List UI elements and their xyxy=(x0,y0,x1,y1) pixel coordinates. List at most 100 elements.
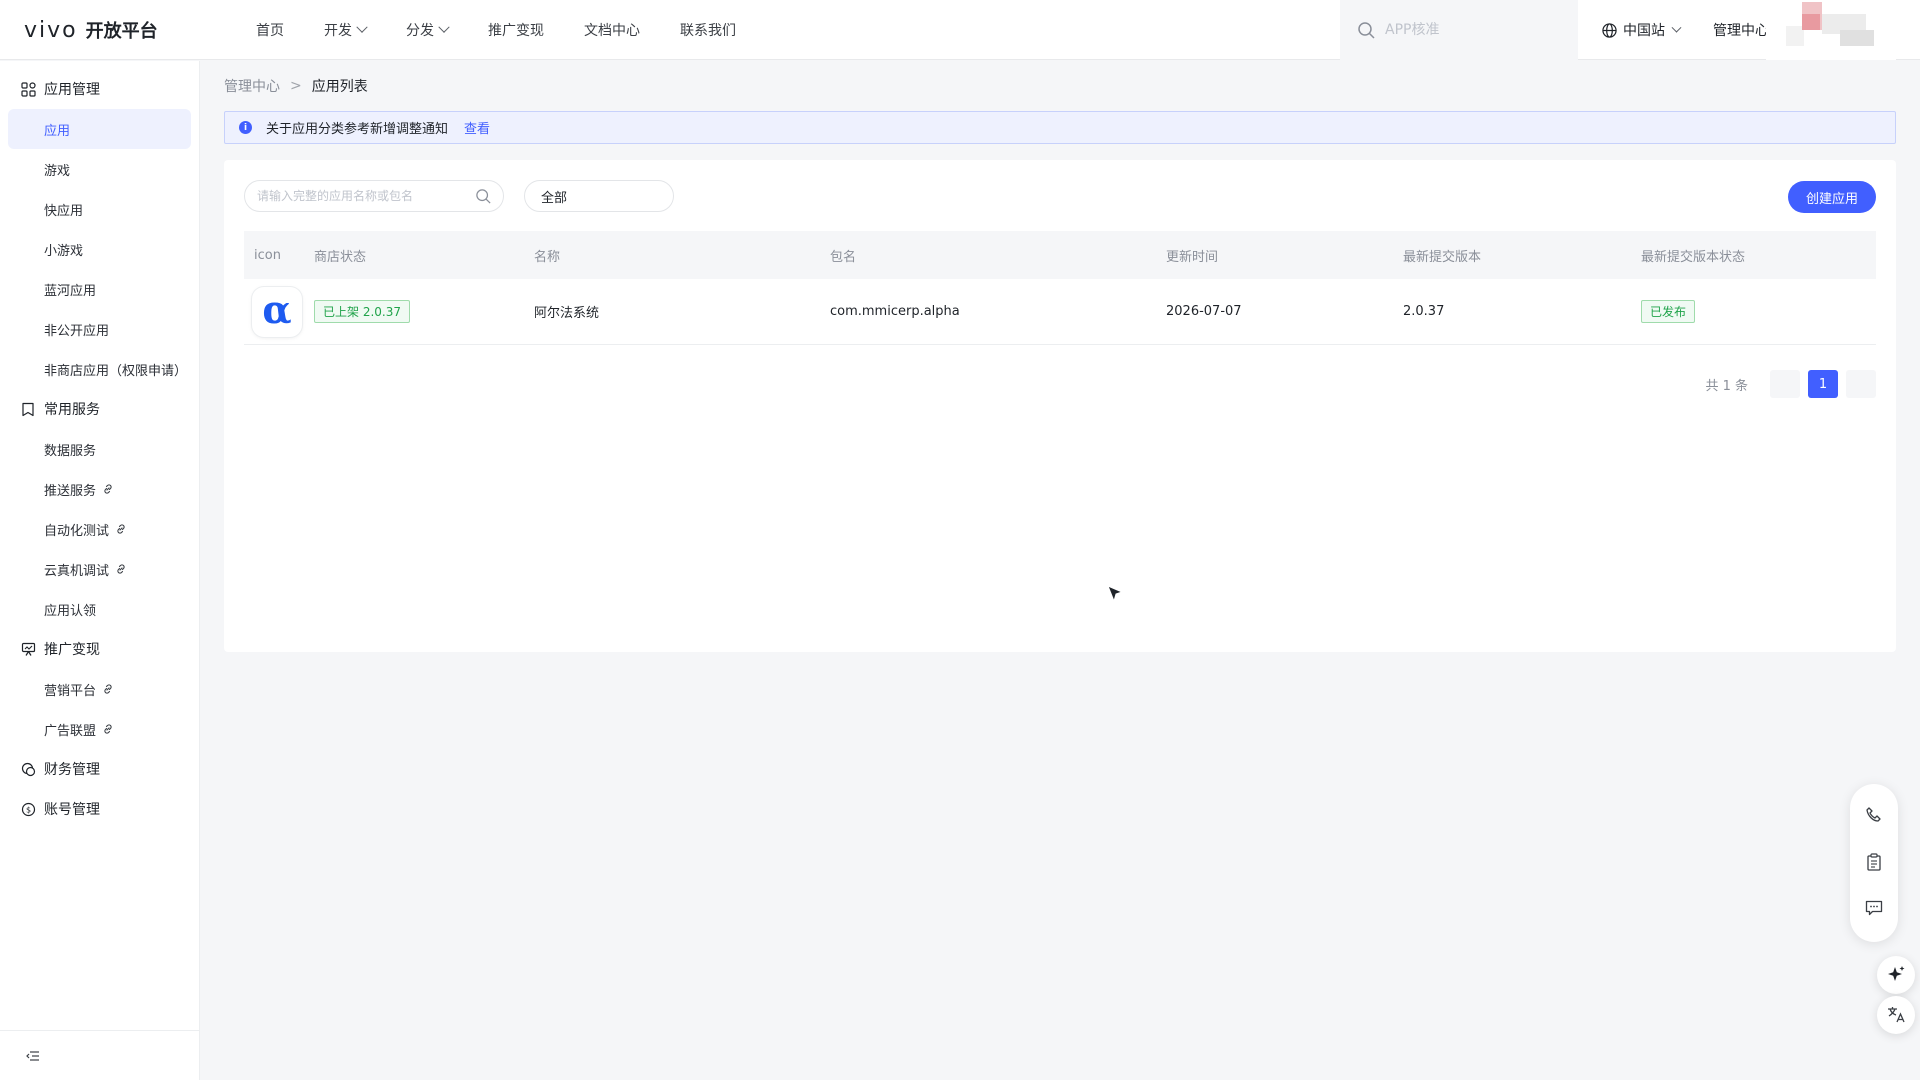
table-row[interactable]: α 已上架 2.0.37 阿尔法系统 com.mmicerp.alpha 202… xyxy=(244,279,1876,345)
nav-distribute[interactable]: 分发 xyxy=(406,20,450,40)
app-name-cell[interactable]: 阿尔法系统 xyxy=(534,302,830,321)
create-app-label: 创建应用 xyxy=(1805,191,1858,207)
message-button[interactable] xyxy=(1865,900,1883,920)
sparkle-icon xyxy=(1888,966,1905,981)
collapse-icon xyxy=(26,1050,39,1061)
app-icon-cell: α xyxy=(244,286,314,337)
nav-home[interactable]: 首页 xyxy=(256,20,284,40)
sidebar-item-label: 自动化测试 xyxy=(44,523,110,539)
nav-promotion[interactable]: 推广变现 xyxy=(488,20,544,40)
nav-label: 推广变现 xyxy=(488,23,544,39)
logo[interactable]: vivo 开放平台 xyxy=(24,16,158,44)
sidebar-item-games[interactable]: 游戏 xyxy=(8,149,191,189)
phone-button[interactable] xyxy=(1865,806,1883,828)
avatar[interactable] xyxy=(1766,0,1896,60)
main-nav: 首页 开发 分发 推广变现 文档中心 联系我们 xyxy=(256,0,776,60)
presentation-icon xyxy=(20,641,36,657)
notice-text: 关于应用分类参考新增调整通知 xyxy=(266,122,449,137)
status-filter-select[interactable]: 全部 xyxy=(524,180,674,212)
sidebar-group-label: 常用服务 xyxy=(44,402,100,418)
nav-label: 联系我们 xyxy=(680,23,736,39)
sidebar-group-promotion[interactable]: 推广变现 xyxy=(0,629,199,669)
table-header: icon 商店状态 名称 包名 更新时间 最新提交版本 最新提交版本状态 xyxy=(244,231,1876,279)
sidebar-item-label: 非公开应用 xyxy=(44,323,110,339)
nav-docs[interactable]: 文档中心 xyxy=(584,20,640,40)
header-search-input[interactable] xyxy=(1385,22,1565,38)
external-link-icon xyxy=(102,483,114,495)
sidebar-item-auto-test[interactable]: 自动化测试 xyxy=(8,509,191,549)
alpha-logo-icon: α xyxy=(262,286,292,332)
bookmark-icon xyxy=(20,401,36,417)
sidebar-group-account[interactable]: $ 账号管理 xyxy=(0,789,199,829)
breadcrumb-parent[interactable]: 管理中心 xyxy=(224,76,280,96)
app-table: icon 商店状态 名称 包名 更新时间 最新提交版本 最新提交版本状态 α 已… xyxy=(244,231,1876,345)
sidebar-group-app-management[interactable]: 应用管理 xyxy=(0,69,199,109)
sidebar-group-label: 财务管理 xyxy=(44,762,100,778)
nav-develop[interactable]: 开发 xyxy=(324,20,368,40)
notice-view-link[interactable]: 查看 xyxy=(464,118,490,137)
admin-center-link[interactable]: 管理中心 xyxy=(1713,0,1769,60)
page-button[interactable]: 1 xyxy=(1808,370,1838,398)
app-icon[interactable]: α xyxy=(252,286,302,337)
app-list-card: 全部 创建应用 icon 商店状态 名称 包名 更新时间 最新提交版本 最新提交… xyxy=(224,160,1896,652)
column-header: 更新时间 xyxy=(1166,249,1219,265)
sidebar-item-data-service[interactable]: 数据服务 xyxy=(8,429,191,469)
sidebar-item-marketing-platform[interactable]: 营销平台 xyxy=(8,669,191,709)
sidebar-group-finance[interactable]: 财务管理 xyxy=(0,749,199,789)
sidebar-item-ad-alliance[interactable]: 广告联盟 xyxy=(8,709,191,749)
sidebar-group-label: 账号管理 xyxy=(44,802,100,818)
sidebar-item-push-service[interactable]: 推送服务 xyxy=(8,469,191,509)
nav-label: 分发 xyxy=(406,23,434,39)
clipboard-button[interactable] xyxy=(1866,853,1882,875)
prev-page-button[interactable] xyxy=(1770,370,1800,398)
admin-link-label: 管理中心 xyxy=(1713,23,1769,39)
sidebar-collapse-button[interactable] xyxy=(0,1030,199,1080)
search-icon[interactable] xyxy=(476,188,491,204)
pagination: 共 1 条 1 xyxy=(1705,370,1876,398)
nav-label: 开发 xyxy=(324,23,352,39)
nav-label: 首页 xyxy=(256,23,284,39)
sidebar-item-label: 应用认领 xyxy=(44,603,97,619)
sidebar-item-non-store-apps[interactable]: 非商店应用（权限申请） xyxy=(8,349,191,389)
logo-text: 开放平台 xyxy=(85,21,158,42)
nav-contact[interactable]: 联系我们 xyxy=(680,20,736,40)
sidebar-item-label: 云真机调试 xyxy=(44,563,110,579)
sidebar-group-common-services[interactable]: 常用服务 xyxy=(0,389,199,429)
search-icon xyxy=(1358,21,1375,39)
message-icon xyxy=(1865,900,1883,915)
create-app-button[interactable]: 创建应用 xyxy=(1788,181,1876,213)
app-search-input[interactable] xyxy=(257,189,476,203)
sidebar-item-apps[interactable]: 应用 xyxy=(8,109,191,149)
sidebar-item-label: 游戏 xyxy=(44,163,71,179)
package-name-cell: com.mmicerp.alpha xyxy=(830,304,960,319)
breadcrumb-separator: > xyxy=(290,78,302,94)
sidebar-item-quick-apps[interactable]: 快应用 xyxy=(8,189,191,229)
notice-banner: i 关于应用分类参考新增调整通知 查看 xyxy=(224,111,1896,144)
store-status-cell: 已上架 2.0.37 xyxy=(314,300,534,323)
sidebar: 应用管理 应用 游戏 快应用 小游戏 蓝河应用 非公开应用 非商店应用（权限申请… xyxy=(0,61,200,1080)
next-page-button[interactable] xyxy=(1846,370,1876,398)
status-filter-value: 全部 xyxy=(541,190,568,206)
sidebar-item-mini-games[interactable]: 小游戏 xyxy=(8,229,191,269)
breadcrumb: 管理中心 > 应用列表 xyxy=(224,76,368,96)
region-label: 中国站 xyxy=(1623,23,1665,39)
sidebar-item-app-claim[interactable]: 应用认领 xyxy=(8,589,191,629)
sidebar-item-cloud-device-debug[interactable]: 云真机调试 xyxy=(8,549,191,589)
sidebar-item-label: 推送服务 xyxy=(44,483,97,499)
ai-assistant-button[interactable] xyxy=(1877,956,1915,994)
sidebar-item-private-apps[interactable]: 非公开应用 xyxy=(8,309,191,349)
column-header: 商店状态 xyxy=(314,249,367,265)
sidebar-item-label: 小游戏 xyxy=(44,243,84,259)
column-header: 包名 xyxy=(830,249,857,265)
column-header: icon xyxy=(254,247,281,263)
translate-button[interactable] xyxy=(1877,996,1915,1034)
version-status-badge: 已发布 xyxy=(1641,300,1696,323)
info-icon: i xyxy=(239,121,252,134)
phone-icon xyxy=(1866,807,1881,822)
nav-label: 文档中心 xyxy=(584,23,640,39)
chevron-down-icon xyxy=(356,21,368,33)
region-selector[interactable]: 中国站 xyxy=(1602,0,1682,60)
version-cell: 2.0.37 xyxy=(1403,304,1445,319)
sidebar-item-bluelm-apps[interactable]: 蓝河应用 xyxy=(8,269,191,309)
logo-brand: vivo xyxy=(24,17,78,43)
